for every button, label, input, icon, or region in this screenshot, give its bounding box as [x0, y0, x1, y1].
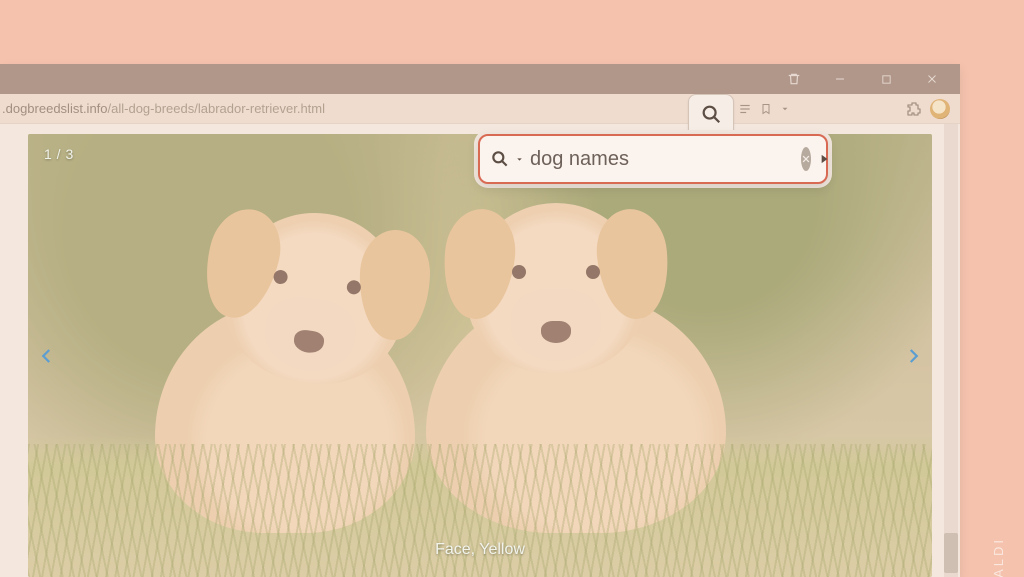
profile-avatar[interactable]: [930, 99, 950, 119]
address-bar[interactable]: .dogbreedslist.info/all-dog-breeds/labra…: [0, 94, 960, 124]
search-go-icon[interactable]: [817, 147, 831, 171]
reader-view-icon[interactable]: [738, 102, 752, 116]
url-path: /all-dog-breeds/labrador-retriever.html: [108, 101, 325, 116]
url-host: .dogbreedslist.info: [2, 101, 108, 116]
page-content: 1 / 3: [0, 124, 960, 577]
extensions-icon[interactable]: [906, 101, 922, 117]
maximize-icon[interactable]: [872, 67, 900, 91]
carousel-next-button[interactable]: [900, 336, 926, 376]
titlebar: [0, 64, 960, 94]
clear-search-icon[interactable]: [801, 147, 811, 171]
trash-icon[interactable]: [780, 67, 808, 91]
chevron-down-icon[interactable]: [780, 104, 790, 114]
vivaldi-watermark: © VIVALDI: [991, 537, 1006, 577]
hero-caption: Face, Yellow: [435, 541, 525, 559]
url-display[interactable]: .dogbreedslist.info/all-dog-breeds/labra…: [2, 101, 732, 116]
scrollbar-thumb[interactable]: [944, 533, 958, 573]
search-input[interactable]: [530, 148, 795, 171]
address-bar-icons: [738, 99, 950, 119]
hero-image: 1 / 3: [28, 134, 932, 577]
carousel-counter: 1 / 3: [44, 146, 74, 162]
minimize-icon[interactable]: [826, 67, 854, 91]
search-toolbar-button[interactable]: [688, 94, 734, 134]
scrollbar-track[interactable]: [944, 124, 958, 577]
close-icon[interactable]: [918, 67, 946, 91]
hero-puppy-right: [426, 293, 726, 533]
carousel-prev-button[interactable]: [34, 336, 60, 376]
search-popup: [478, 134, 828, 184]
hero-puppy-left: [155, 303, 415, 533]
bookmark-icon[interactable]: [760, 102, 772, 116]
search-engine-icon[interactable]: [490, 149, 512, 169]
search-engine-chevron-icon[interactable]: [515, 155, 524, 164]
